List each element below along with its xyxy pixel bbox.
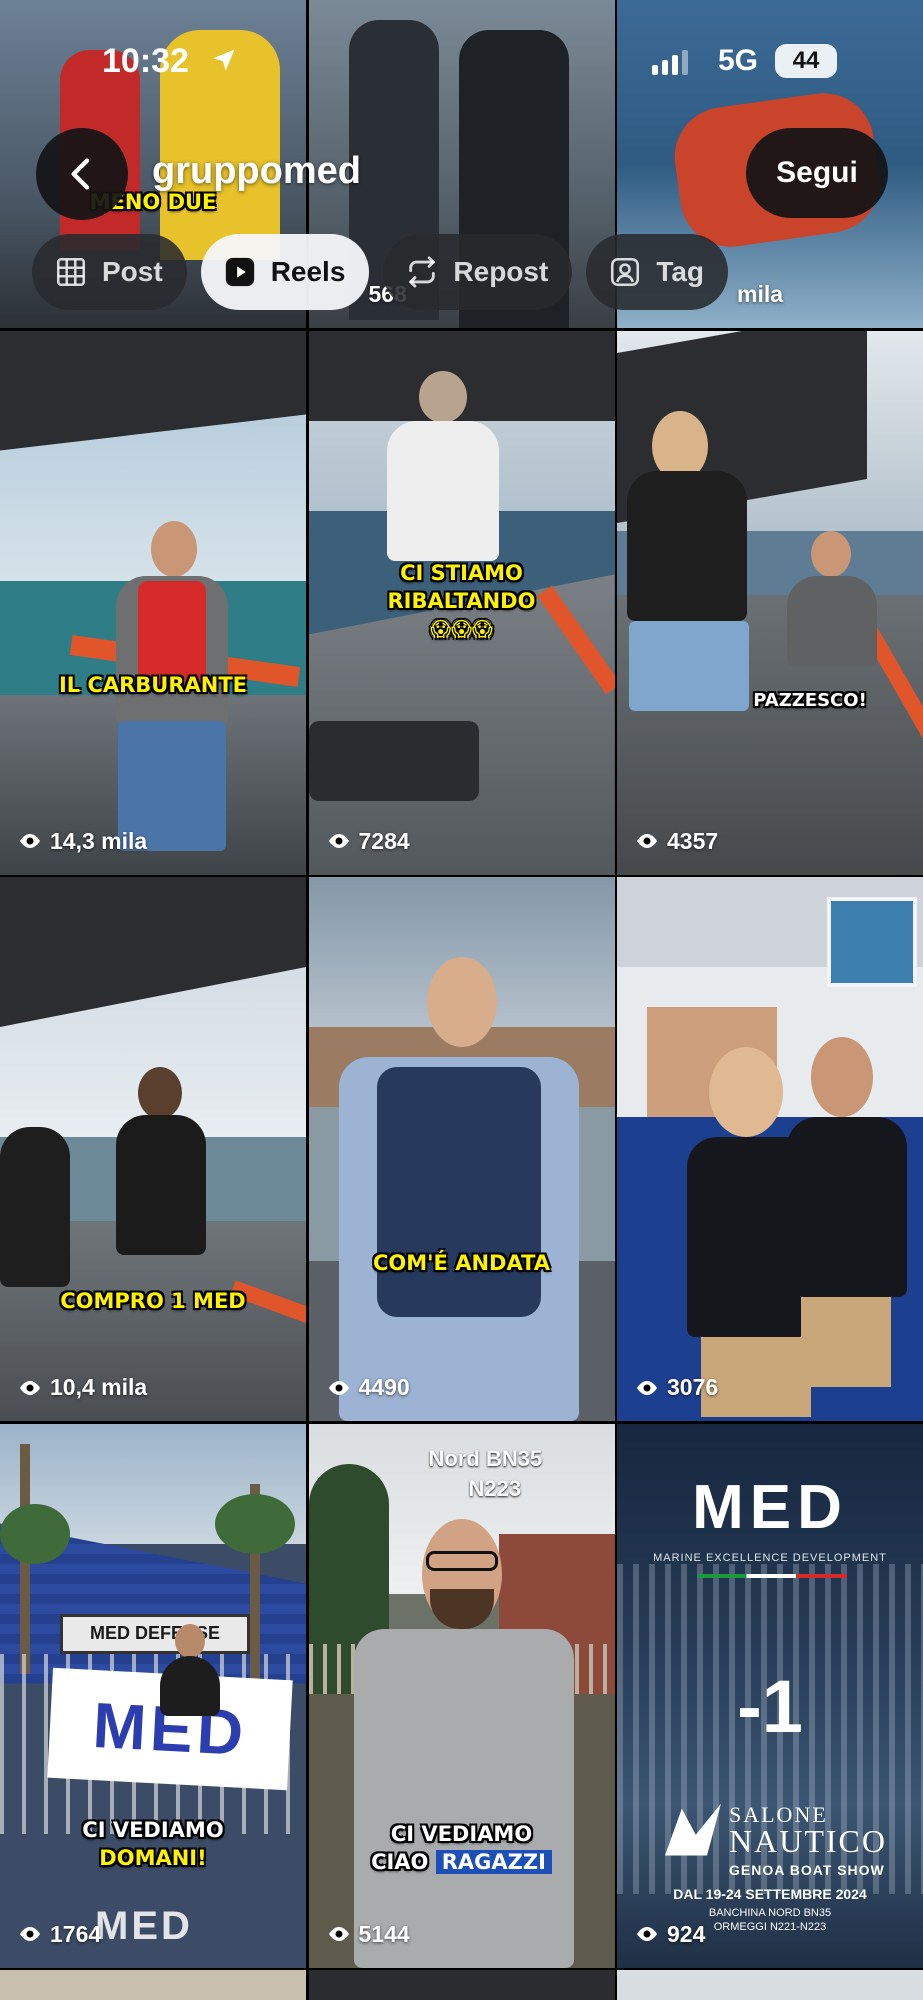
italy-flag-stripe	[697, 1573, 847, 1578]
view-count: 7284	[327, 828, 410, 855]
reel-tile-1[interactable]: IL CARBURANTE 14,3 mila	[0, 330, 306, 875]
reel-tile-5[interactable]: COM'É ANDATA 4490	[308, 877, 615, 1421]
view-count: 1764	[18, 1921, 101, 1948]
view-count: 14,3 mila	[18, 828, 147, 855]
tab-post[interactable]: Post	[32, 234, 187, 310]
view-count: 5144	[327, 1921, 410, 1948]
eye-icon	[20, 1380, 40, 1395]
address-overlay: Nord BN35 N223	[428, 1445, 543, 1501]
repost-icon	[409, 256, 436, 288]
tab-reels[interactable]: Reels	[200, 234, 370, 310]
med-logo: MED	[692, 1472, 848, 1542]
reel-tile-3[interactable]: PAZZESCO! 4357	[617, 330, 923, 875]
back-button[interactable]	[36, 128, 128, 220]
network-type: 5G	[718, 44, 759, 77]
eye-icon	[637, 1380, 657, 1395]
reel-caption: CI VEDIAMO CIAO RAGAZZI	[309, 1820, 615, 1876]
reel-tile-2[interactable]: CI STIAMO RIBALTANDO 😱😱😱 7284	[308, 330, 615, 875]
profile-tabs: Post Reels Repost Tag	[32, 234, 729, 310]
view-count: 4490	[327, 1374, 410, 1401]
med-watermark: MED	[95, 1903, 193, 1948]
signal-icon	[652, 50, 688, 75]
eye-icon	[20, 1927, 40, 1941]
reel-tile-partial-12[interactable]	[617, 1970, 923, 2000]
tab-tag[interactable]: Tag	[586, 234, 729, 310]
tab-repost[interactable]: Repost	[383, 234, 573, 310]
tag-person-icon	[611, 257, 640, 287]
reel-caption: COMPRO 1 MED	[60, 1289, 246, 1313]
reel-caption: IL CARBURANTE	[58, 672, 248, 697]
reel-tile-9[interactable]: MED MARINE EXCELLENCE DEVELOPMENT -1 SAL…	[617, 1423, 923, 1968]
reel-caption: PAZZESCO!	[753, 689, 867, 711]
reel-tile-partial-11[interactable]	[308, 1970, 615, 2000]
location-arrow-icon	[213, 49, 235, 71]
med-logo-subtitle: MARINE EXCELLENCE DEVELOPMENT	[653, 1551, 887, 1564]
view-count: 3076	[635, 1374, 718, 1401]
reels-icon	[225, 257, 254, 287]
reel-tile-7[interactable]: MED DEFENSE MED CI VEDIAMO DOMANI! MED 1…	[0, 1423, 306, 1968]
reel-caption: COM'É ANDATA	[372, 1251, 551, 1275]
eye-icon	[328, 834, 349, 848]
reel-caption: CI VEDIAMO DOMANI!	[82, 1817, 224, 1870]
eye-icon	[328, 1927, 349, 1941]
status-bar: 10:32 5G 44	[0, 0, 923, 120]
view-count: mila	[737, 281, 784, 307]
chevron-left-icon	[71, 158, 90, 190]
view-count: 924	[635, 1921, 705, 1948]
event-dates: DAL 19-24 SETTEMBRE 2024	[673, 1885, 867, 1902]
battery-icon: 44	[775, 44, 837, 78]
eye-icon	[637, 834, 657, 848]
view-count: 10,4 mila	[18, 1374, 147, 1401]
reel-tile-8[interactable]: Nord BN35 N223 CI VEDIAMO CIAO RAGAZZI 5…	[308, 1423, 615, 1968]
event-subtitle: GENOA BOAT SHOW	[729, 1861, 885, 1878]
grid-icon	[56, 257, 86, 287]
eye-icon	[328, 1380, 349, 1395]
reel-tile-partial-10[interactable]	[0, 1970, 306, 2000]
eye-icon	[637, 1927, 657, 1941]
follow-button[interactable]: Segui	[746, 128, 888, 218]
reel-tile-4[interactable]: COMPRO 1 MED 10,4 mila	[0, 877, 306, 1421]
reel-caption: CI STIAMO RIBALTANDO 😱😱😱	[387, 560, 536, 641]
status-time: 10:32	[102, 42, 189, 80]
countdown: -1	[737, 1664, 803, 1748]
eye-icon	[20, 834, 40, 848]
profile-username: gruppomed	[152, 150, 361, 192]
reel-tile-6[interactable]: 3076	[617, 877, 923, 1421]
view-count: 4357	[635, 828, 718, 855]
